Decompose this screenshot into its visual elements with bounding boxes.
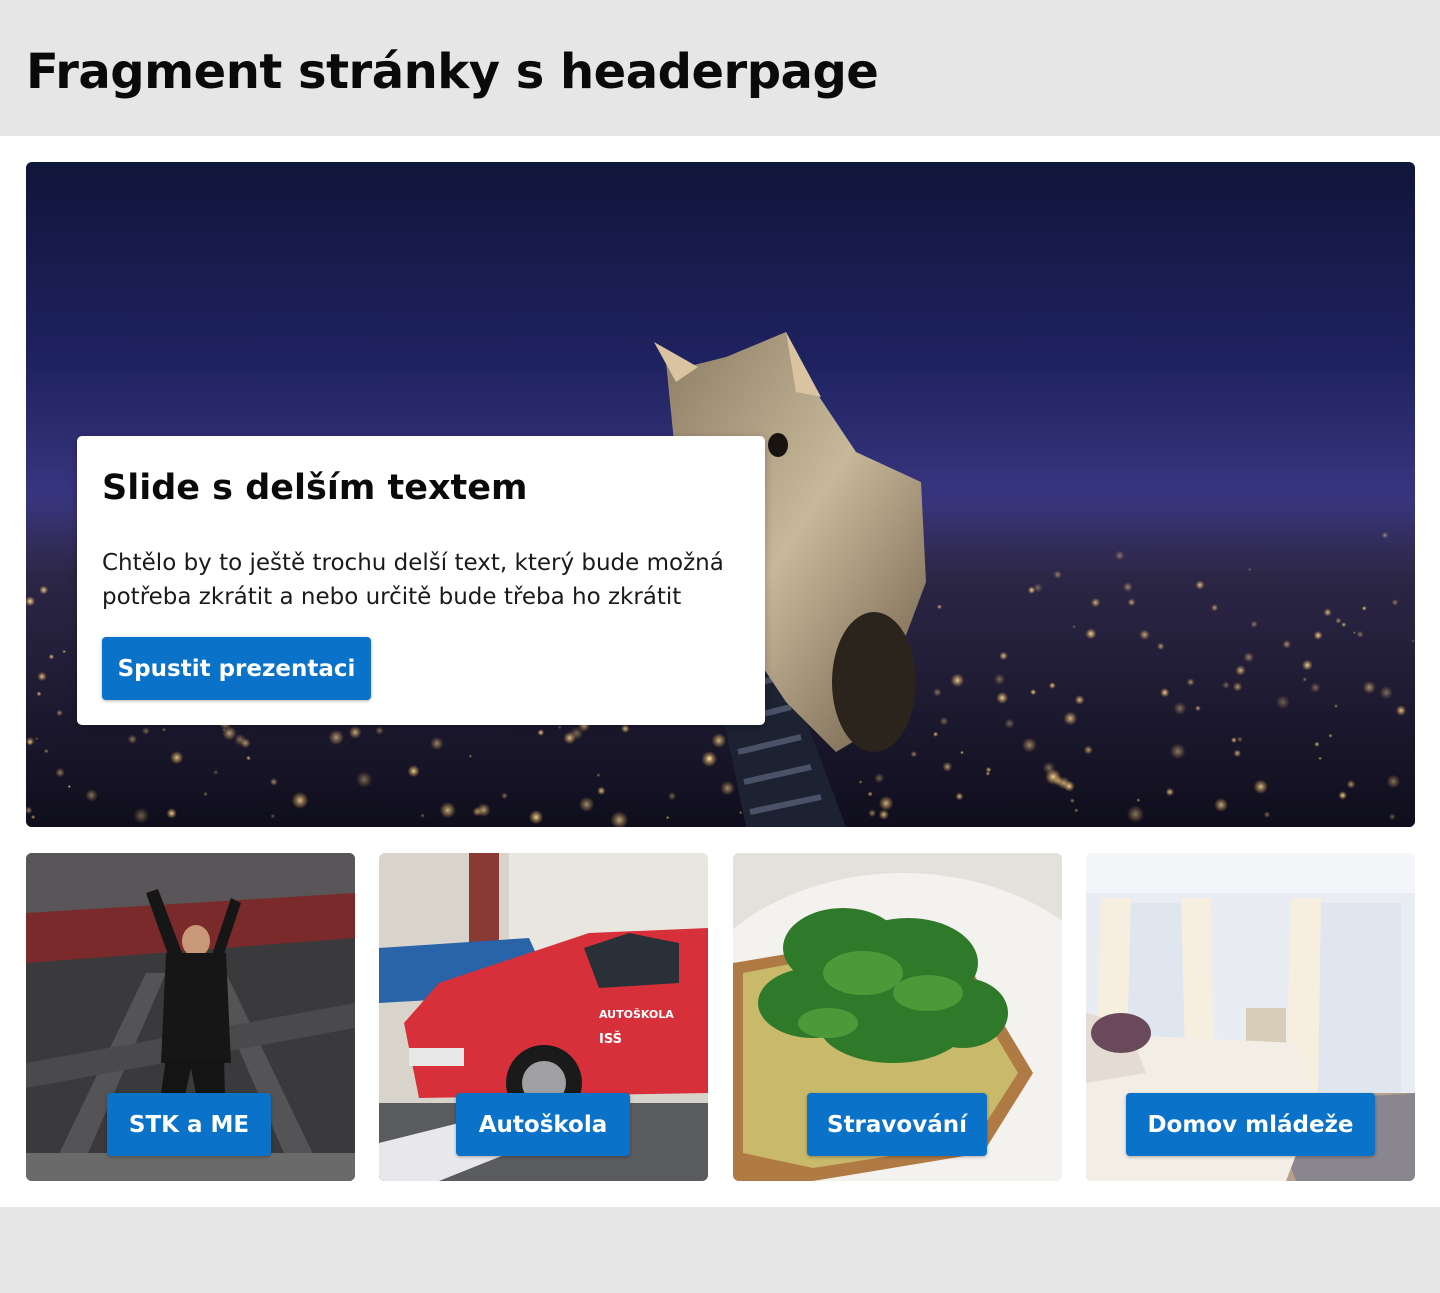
hero-text: Chtělo by to ještě trochu delší text, kt… bbox=[102, 550, 724, 610]
tile-button-domov-mladeze[interactable]: Domov mládeže bbox=[1126, 1093, 1375, 1156]
tile-autoskola[interactable]: AUTOŠKOLA ISŠ Autoškola bbox=[379, 853, 708, 1181]
page-title: Fragment stránky s headerpage bbox=[26, 44, 879, 100]
page-header: Fragment stránky s headerpage bbox=[0, 0, 1440, 136]
hero-title: Slide s delším textem bbox=[102, 468, 528, 508]
hero-slide: Slide s delším textem Chtělo by to ještě… bbox=[26, 162, 1415, 827]
svg-text:ISŠ: ISŠ bbox=[599, 1031, 622, 1047]
main-content: Slide s delším textem Chtělo by to ještě… bbox=[0, 136, 1440, 1207]
hero-card: Slide s delším textem Chtělo by to ještě… bbox=[77, 436, 765, 725]
tile-button-stravovani[interactable]: Stravování bbox=[807, 1093, 987, 1156]
start-presentation-button[interactable]: Spustit prezentaci bbox=[102, 637, 371, 700]
tile-stravovani[interactable]: Stravování bbox=[733, 853, 1062, 1181]
tile-stk[interactable]: STK a ME bbox=[26, 853, 355, 1181]
svg-text:AUTOŠKOLA: AUTOŠKOLA bbox=[599, 1008, 674, 1021]
tile-button-autoskola[interactable]: Autoškola bbox=[456, 1093, 630, 1156]
page-footer bbox=[0, 1207, 1440, 1293]
tile-button-stk[interactable]: STK a ME bbox=[107, 1093, 271, 1156]
tile-domov-mladeze[interactable]: Domov mládeže bbox=[1086, 853, 1415, 1181]
